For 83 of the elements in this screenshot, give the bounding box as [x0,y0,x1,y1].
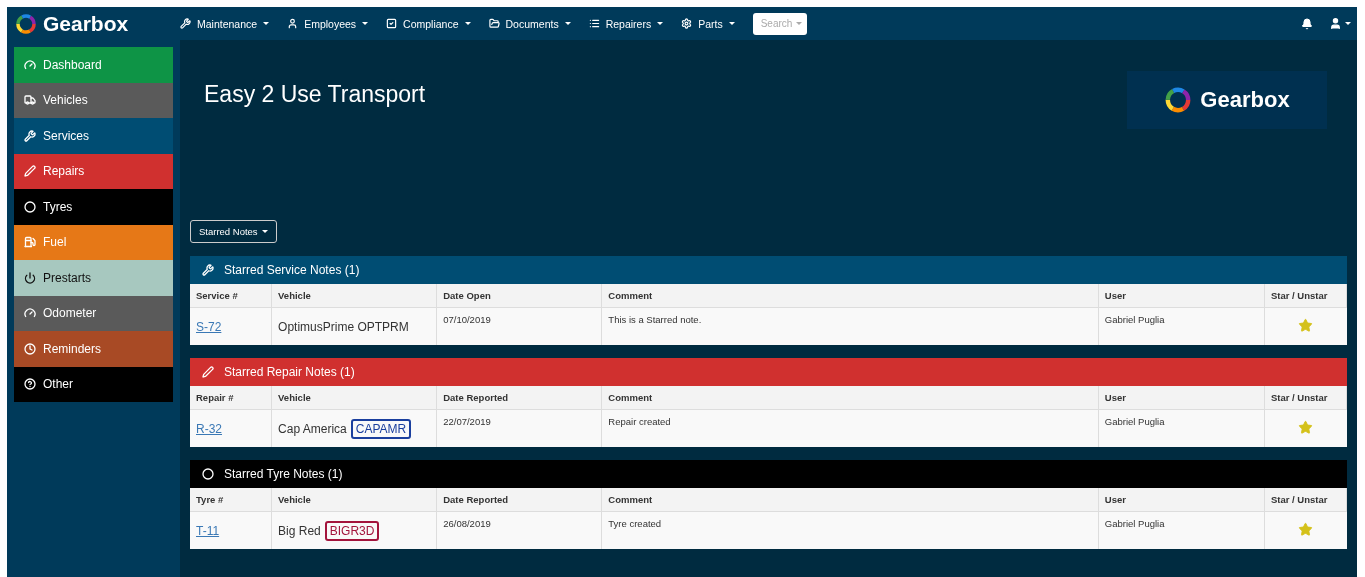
sidebar-item[interactable]: Vehicles [14,82,173,118]
column-header: User [1098,386,1265,410]
page-title: Easy 2 Use Transport [204,81,426,109]
column-header: Tyre # [190,488,273,512]
note-link[interactable]: S-72 [196,319,222,334]
wrench-icon [180,18,191,29]
note-link[interactable]: R-32 [196,421,222,436]
column-header: Vehicle [272,284,438,308]
truck-icon [24,94,36,107]
sidebar-item[interactable]: Services [14,118,173,154]
sidebar-item[interactable]: Tyres [14,189,173,225]
column-header: Vehicle [272,386,438,410]
star-icon[interactable] [1298,420,1314,435]
plate-tag: BIGR3D [324,520,380,541]
gauge-icon [24,58,36,71]
column-header: Vehicle [272,488,438,512]
table-cell: Tyre created [602,512,1099,549]
checkbox-icon [386,18,398,29]
table-cell: This is a Starred note. [602,308,1099,345]
vehicle-name: OptimusPrime OPTPRM [278,319,409,334]
note-link[interactable]: T-11 [196,523,220,538]
table-cell: 22/07/2019 [437,410,603,447]
nav-menu[interactable]: Parts [681,17,735,30]
column-header: Star / Unstar [1264,488,1347,512]
table-cell: Gabriel Puglia [1098,410,1265,447]
brand-name: Gearbox [43,11,129,36]
section-title: Starred Tyre Notes (1) [224,467,343,481]
folder-icon [488,18,500,29]
star-icon[interactable] [1298,318,1314,333]
column-header: Star / Unstar [1264,284,1347,308]
help-icon [24,378,36,391]
pen-icon [24,165,36,178]
table-cell: Gabriel Puglia [1098,308,1265,345]
logo-text: Gearbox [1200,87,1290,113]
sidebar-item[interactable]: Prestarts [14,260,173,296]
table-cell: Repair created [602,410,1099,447]
clock-icon [24,342,36,355]
sidebar-item[interactable]: Dashboard [14,47,173,83]
table-cell: 07/10/2019 [437,308,603,345]
column-header: Comment [602,488,1099,512]
nav-menu[interactable]: Maintenance [180,17,270,30]
column-header: User [1098,284,1265,308]
section-title: Starred Repair Notes (1) [224,365,355,379]
nav-menu[interactable]: Employees [287,17,369,30]
fuel-icon [24,236,36,249]
column-header: Service # [190,284,273,308]
column-header: Date Reported [437,488,603,512]
circle-icon [24,200,36,213]
column-header: Date Open [437,284,603,308]
table-cell: Gabriel Puglia [1098,512,1265,549]
settings-icon [681,18,693,29]
bell-icon[interactable] [1301,17,1313,30]
vehicle-name: Cap America [278,421,347,436]
pen-icon [202,366,214,378]
wrench-icon [24,129,36,142]
nav-menu[interactable]: Repairers [588,17,664,30]
nav-menu[interactable]: Documents [488,17,571,30]
starred-notes-dropdown[interactable]: Starred Notes [190,220,277,243]
section-title: Starred Service Notes (1) [224,263,360,277]
circle-icon [202,468,214,480]
column-header: User [1098,488,1265,512]
column-header: Comment [602,386,1099,410]
star-icon[interactable] [1298,522,1314,537]
sidebar-item[interactable]: Odometer [14,295,173,331]
sidebar-item[interactable]: Reminders [14,331,173,367]
user-menu[interactable] [1329,17,1351,30]
sidebar-item[interactable]: Other [14,366,173,402]
user-icon [287,18,299,29]
logo-icon [15,12,37,35]
column-header: Date Reported [437,386,603,410]
sidebar-item[interactable]: Repairs [14,153,173,189]
plate-tag: CAPAMR [350,418,412,439]
power-icon [24,271,36,284]
table-cell: 26/08/2019 [437,512,603,549]
list-icon [588,18,600,29]
wrench-icon [202,264,214,276]
column-header: Comment [602,284,1099,308]
column-header: Star / Unstar [1264,386,1347,410]
gauge-icon [24,307,36,320]
nav-menu[interactable]: Compliance [386,17,471,30]
column-header: Repair # [190,386,273,410]
vehicle-name: Big Red [278,523,321,538]
logo-icon [1164,86,1193,114]
